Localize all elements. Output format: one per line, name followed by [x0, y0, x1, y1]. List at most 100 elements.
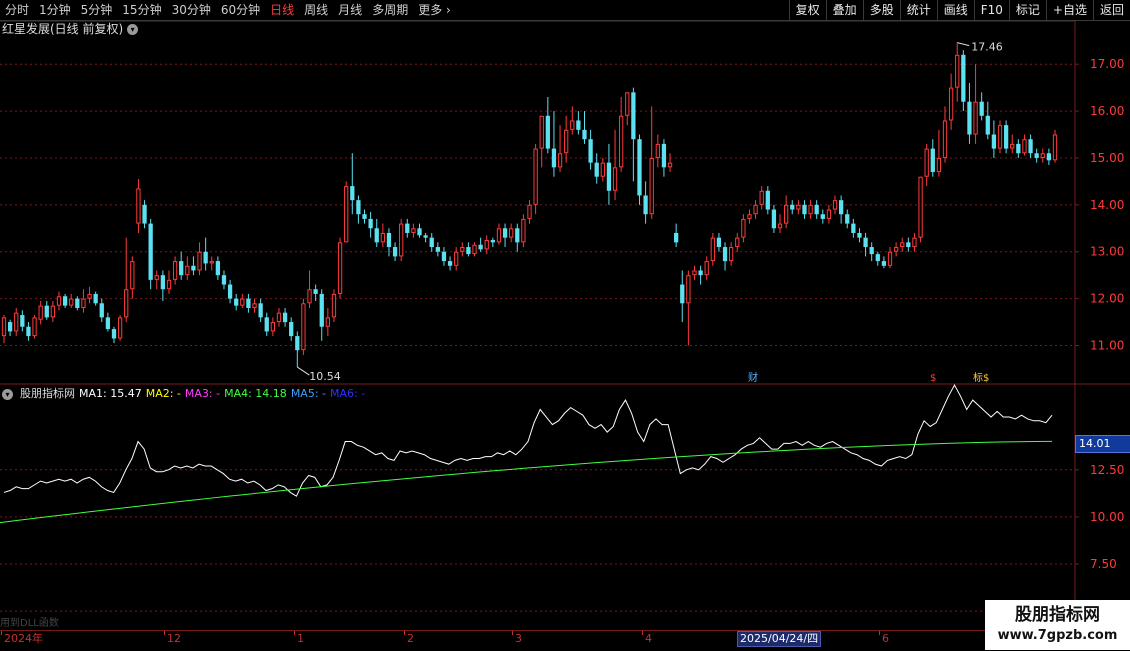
candle-body-up: [533, 148, 538, 205]
footer-crumb: 用到DLL函数: [0, 618, 59, 629]
candle-body-up: [936, 157, 942, 173]
candle-body-down: [160, 275, 166, 290]
date-axis-label: 1: [297, 632, 304, 645]
candle-body-up: [692, 270, 697, 276]
candle-body-up: [496, 228, 502, 243]
date-axis[interactable]: 2024年 12 1 2 3 4 6: [0, 630, 1075, 651]
candle-body-up: [270, 322, 275, 332]
candle-body-up: [564, 129, 569, 154]
candle-body-down: [765, 190, 770, 210]
candle-body-down: [313, 289, 318, 294]
candle-body-down: [319, 293, 324, 327]
candle-body-up: [704, 261, 709, 276]
candle-body-up: [912, 237, 917, 248]
candle-body-up: [1022, 139, 1027, 154]
candle-body-up: [509, 228, 514, 238]
candle-body-down: [435, 247, 440, 252]
candle-body-down: [62, 296, 68, 306]
candle-body-up: [625, 92, 630, 116]
candle-body-up: [612, 167, 618, 191]
candle-body-down: [961, 54, 966, 102]
candle-body-down: [631, 92, 636, 140]
stock-title: 红星发展(日线 前复权): [2, 22, 124, 36]
candle-body-down: [1046, 153, 1052, 161]
candle-body-up: [955, 54, 960, 88]
ma2-label: MA2: -: [145, 387, 181, 400]
date-axis-label: 4: [645, 632, 652, 645]
ma3-label: MA3: -: [184, 387, 221, 400]
candle-body-down: [374, 228, 379, 243]
candle-body-down: [820, 214, 825, 219]
main-chart-title: 红星发展(日线 前复权) ▾: [2, 21, 139, 37]
candle-body-down: [350, 186, 355, 201]
indicator-tick-label: 12.50: [1090, 463, 1124, 477]
low-price-label: 10.54: [309, 370, 341, 383]
candle-body-up: [948, 87, 954, 121]
candle-body-up: [741, 218, 746, 238]
chevron-down-icon[interactable]: ▾: [127, 23, 139, 35]
date-axis-tick: [404, 631, 405, 635]
candle-body-up: [808, 204, 813, 215]
candle-body-down: [680, 284, 685, 304]
candle-body-down: [142, 204, 147, 224]
candle-body-up: [130, 261, 135, 290]
candle-body-down: [356, 200, 361, 215]
candle-body-down: [674, 232, 679, 243]
candle-body-down: [588, 139, 593, 163]
candle-body-up: [301, 303, 306, 351]
candle-body-up: [484, 240, 489, 250]
price-tick-label: 16.00: [1090, 104, 1124, 118]
candle-body-down: [246, 298, 251, 308]
candle-body-up: [307, 289, 312, 304]
candle-body-up: [337, 242, 343, 294]
candle-body-down: [515, 228, 520, 243]
candle-body-down: [881, 261, 887, 266]
candle-body-down: [857, 232, 862, 238]
candle-body-up: [997, 125, 1003, 149]
candle-body-down: [1003, 125, 1009, 149]
watermark-logo: 股朋指标网 www.7gpzb.com: [985, 600, 1130, 650]
high-price-label: 17.46: [971, 41, 1003, 54]
candle-body-down: [875, 254, 880, 262]
candle-body-down: [227, 284, 233, 299]
candle-body-down: [7, 322, 13, 332]
candle-body-up: [753, 204, 758, 215]
candle-body-down: [722, 247, 728, 262]
indicator-tick-label: 7.50: [1090, 557, 1117, 571]
candle-body-down: [1028, 139, 1033, 154]
candle-body-down: [148, 223, 153, 280]
candle-body-down: [661, 143, 667, 168]
candle-body-up: [172, 261, 178, 280]
chart-canvas[interactable]: 11.0012.0013.0014.0015.0016.0017.005.007…: [0, 0, 1130, 650]
candle-body-up: [796, 204, 801, 210]
candle-body-up: [527, 204, 532, 219]
ma4-line: [0, 440, 1053, 524]
candle-body-up: [600, 162, 605, 177]
price-tick-label: 14.00: [1090, 198, 1124, 212]
candle-body-down: [802, 204, 807, 215]
price-tick-label: 12.00: [1090, 292, 1124, 306]
candle-body-up: [759, 190, 764, 205]
candle-body-up: [729, 247, 734, 262]
selected-date: 2025/04/24/四: [737, 631, 822, 647]
price-tick-label: 17.00: [1090, 57, 1124, 71]
chevron-down-icon[interactable]: ▾: [2, 388, 13, 400]
date-axis-tick: [164, 631, 165, 635]
candle-body-up: [539, 115, 544, 149]
candle-body-up: [777, 223, 783, 229]
indicator-legend: ▾ 股朋指标网 MA1: 15.47 MA2: - MA3: - MA4: 14…: [2, 387, 365, 401]
candle-body-up: [655, 143, 660, 158]
low-marker-line: [297, 366, 310, 376]
candle-body-down: [478, 244, 483, 250]
candle-body-up: [380, 232, 385, 243]
date-axis-label: 6: [882, 632, 889, 645]
candle-body-up: [887, 251, 893, 266]
candle-body-down: [289, 322, 294, 337]
candle-body-down: [75, 298, 80, 308]
indicator-name[interactable]: 股朋指标网: [20, 387, 75, 401]
ma5-label: MA5: -: [290, 387, 326, 400]
candle-body-down: [386, 232, 392, 248]
candle-body-up: [900, 242, 905, 248]
candle-body-up: [570, 120, 575, 130]
candle-body-down: [111, 329, 117, 339]
